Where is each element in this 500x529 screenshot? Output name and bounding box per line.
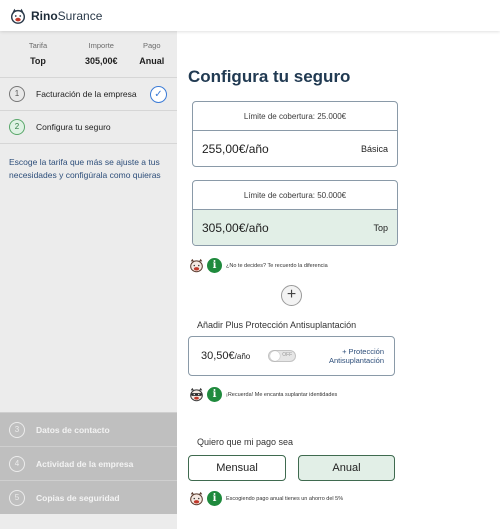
addon-toggle[interactable]: OFF bbox=[268, 350, 297, 362]
rhino-logo-icon bbox=[10, 8, 26, 24]
step-datos-contacto[interactable]: 3 Datos de contacto bbox=[0, 412, 177, 446]
brand-name: RinoSurance bbox=[31, 8, 103, 23]
info-icon[interactable]: i bbox=[207, 491, 222, 506]
main-content: Configura tu seguro Límite de cobertura:… bbox=[177, 31, 500, 529]
step-number: 4 bbox=[9, 455, 25, 472]
hint-text: Escogiendo pago anual tienes un ahorro d… bbox=[226, 495, 344, 502]
rhino-mascot-icon bbox=[190, 258, 203, 273]
plan-limit: Límite de cobertura: 50.000€ bbox=[193, 181, 397, 210]
plan-card-top[interactable]: Límite de cobertura: 50.000€ 305,00€/año… bbox=[192, 180, 398, 246]
plan-row: 255,00€/año Básica bbox=[193, 131, 397, 166]
add-plus-button[interactable]: + bbox=[281, 285, 302, 306]
info-icon[interactable]: i bbox=[207, 258, 222, 273]
addon-card[interactable]: 30,50€/año OFF + Protección Antisuplanta… bbox=[188, 336, 395, 376]
top-bar: RinoSurance bbox=[0, 0, 500, 31]
pay-monthly-button[interactable]: Mensual bbox=[188, 455, 286, 481]
addon-label: + Protección Antisuplantación bbox=[328, 347, 384, 365]
payment-title: Quiero que mi pago sea bbox=[197, 437, 294, 447]
addon-price: 30,50€/año bbox=[201, 350, 251, 362]
step-number: 2 bbox=[9, 119, 25, 135]
summary-importe: Importe 305,00€ bbox=[84, 41, 118, 66]
summary-tarifa: Tarifa Top bbox=[28, 41, 48, 66]
hint-text: ¡Recuerda! Me encanta suplantar identida… bbox=[226, 391, 338, 398]
step-label: Datos de contacto bbox=[36, 424, 110, 435]
step-number: 1 bbox=[9, 86, 25, 102]
step-configura[interactable]: 2 Configura tu seguro bbox=[0, 110, 177, 143]
step-description: Escoge la tarifa que más se ajuste a tus… bbox=[0, 143, 177, 182]
step-number: 5 bbox=[9, 489, 25, 506]
plan-name: Básica bbox=[360, 144, 388, 154]
checkmark-icon: ✓ bbox=[150, 86, 167, 103]
step-facturacion[interactable]: 1 Facturación de la empresa ✓ bbox=[0, 77, 177, 110]
step-actividad[interactable]: 4 Actividad de la empresa bbox=[0, 446, 177, 480]
step-label: Actividad de la empresa bbox=[36, 458, 134, 469]
plan-limit: Límite de cobertura: 25.000€ bbox=[193, 102, 397, 131]
hint-compare[interactable]: i ¿No te decides? Te recuerdo la diferen… bbox=[188, 258, 328, 273]
pay-annual-button[interactable]: Anual bbox=[298, 455, 395, 481]
masked-mascot-icon bbox=[190, 387, 203, 402]
step-number: 3 bbox=[9, 421, 25, 438]
sidebar: Tarifa Top Importe 305,00€ Pago Anual 1 … bbox=[0, 31, 177, 529]
toggle-knob bbox=[270, 351, 281, 361]
plan-price: 255,00€/año bbox=[202, 142, 269, 156]
hint-suplantar[interactable]: i ¡Recuerda! Me encanta suplantar identi… bbox=[188, 387, 337, 402]
toggle-state: OFF bbox=[282, 352, 293, 358]
plan-price: 305,00€/año bbox=[202, 221, 269, 235]
page-title: Configura tu seguro bbox=[188, 67, 351, 86]
step-label: Configura tu seguro bbox=[36, 122, 111, 132]
step-label: Copias de seguridad bbox=[36, 492, 120, 503]
plan-row: 305,00€/año Top bbox=[193, 210, 397, 245]
addon-title: Añadir Plus Protección Antisuplantación bbox=[197, 320, 357, 330]
plan-name: Top bbox=[373, 223, 388, 233]
hint-text: ¿No te decides? Te recuerdo la diferenci… bbox=[226, 262, 328, 269]
order-summary: Tarifa Top Importe 305,00€ Pago Anual bbox=[0, 31, 177, 77]
rhino-mascot-icon bbox=[190, 491, 203, 506]
step-copias[interactable]: 5 Copias de seguridad bbox=[0, 480, 177, 514]
hint-ahorro[interactable]: i Escogiendo pago anual tienes un ahorro… bbox=[188, 491, 343, 506]
info-icon[interactable]: i bbox=[207, 387, 222, 402]
pending-steps: 3 Datos de contacto 4 Actividad de la em… bbox=[0, 412, 177, 514]
summary-pago: Pago Anual bbox=[139, 41, 165, 66]
plan-card-basica[interactable]: Límite de cobertura: 25.000€ 255,00€/año… bbox=[192, 101, 398, 167]
step-label: Facturación de la empresa bbox=[36, 89, 137, 99]
